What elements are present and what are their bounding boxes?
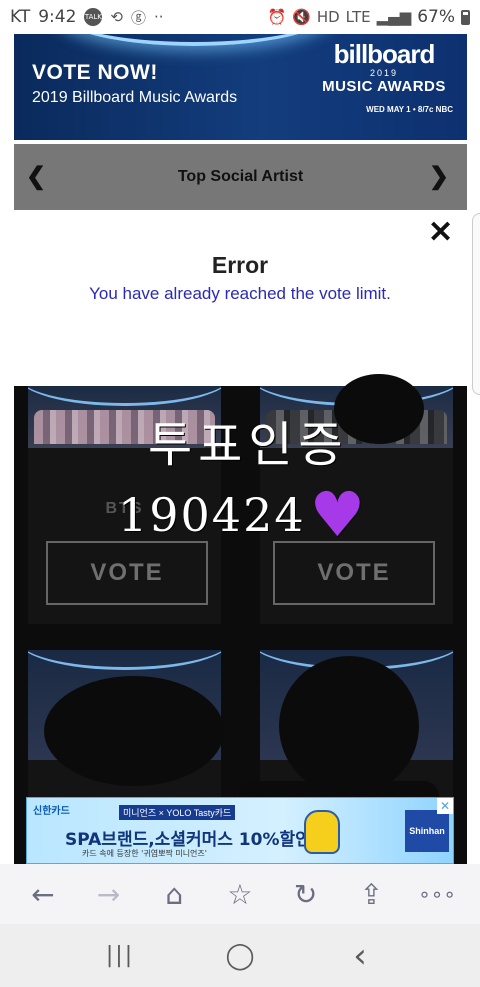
- handwritten-date-row: 190424 ♥: [118, 478, 368, 551]
- ad-tag: 미니언즈 × YOLO Tasty카드: [119, 805, 236, 820]
- error-message: You have already reached the vote limit.: [89, 284, 391, 303]
- ad-fineprint: 카드 속에 등장한 '귀염뽀짝 미니언즈': [82, 849, 207, 858]
- signal-icon: ▂▄▆: [376, 8, 412, 26]
- logo-line: MUSIC AWARDS: [322, 78, 446, 95]
- network-type: LTE: [345, 8, 371, 26]
- billboard-banner[interactable]: VOTE NOW! 2019 Billboard Music Awards bi…: [14, 34, 467, 140]
- edge-panel-handle[interactable]: [472, 213, 480, 395]
- alarm-icon: ⏰: [267, 8, 287, 26]
- ad-headline: SPA브랜드,소셜커머스 10%할인: [65, 830, 311, 850]
- nav-back-icon[interactable]: ‹: [330, 931, 390, 981]
- purple-heart-icon: ♥: [309, 478, 368, 551]
- forward-arrow-icon[interactable]: →: [81, 866, 137, 922]
- banner-subtitle: 2019 Billboard Music Awards: [32, 89, 238, 106]
- billboard-logo: billboard 2019 MUSIC AWARDS WED MAY 1 • …: [315, 40, 453, 114]
- handwritten-date: 190424: [118, 488, 306, 542]
- bookmark-star-icon[interactable]: ☆: [212, 866, 268, 922]
- vote-button[interactable]: VOTE: [46, 541, 208, 605]
- scribble-mark: [44, 676, 224, 786]
- mute-icon: 🔇: [292, 8, 311, 26]
- home-icon[interactable]: ⌂: [146, 866, 202, 922]
- battery-icon: [461, 9, 470, 25]
- photo-arc: [28, 650, 221, 670]
- logo-word: billboard: [333, 39, 436, 69]
- home-button-icon[interactable]: ◯: [210, 931, 270, 981]
- minion-mascot-icon: [304, 810, 340, 854]
- handwritten-caption: 투표인증: [148, 417, 349, 473]
- airdate-label: WED MAY 1 • 8/7c NBC: [366, 105, 453, 114]
- sync-icon: ⟲: [110, 8, 123, 26]
- status-bar: KT 9:42 TALK ⟲ ⓖ ·· ⏰ 🔇 HD LTE ▂▄▆ 67%: [0, 0, 480, 34]
- clock: 9:42: [38, 7, 77, 27]
- banner-arc-decoration: [54, 34, 334, 46]
- system-nav-bar: ||| ◯ ‹: [0, 924, 480, 987]
- back-arrow-icon[interactable]: ←: [15, 866, 71, 922]
- kakaotalk-icon: TALK: [84, 8, 103, 26]
- chevron-right-icon[interactable]: ❯: [429, 162, 449, 191]
- recents-icon[interactable]: |||: [90, 931, 150, 981]
- error-title: Error: [211, 252, 269, 278]
- carrier-label: KT: [10, 7, 31, 27]
- category-title: Top Social Artist: [177, 168, 304, 185]
- chevron-left-icon[interactable]: ❮: [26, 162, 46, 191]
- ad-brand: 신한카드: [33, 806, 70, 817]
- hd-voice-icon: HD: [316, 8, 340, 26]
- scribble-mark: [279, 656, 419, 796]
- logo-year: 2019: [369, 68, 399, 78]
- more-notifications-icon: ··: [154, 8, 164, 26]
- ad-badge: Shinhan: [405, 810, 449, 852]
- more-options-icon[interactable]: ∘∘∘: [409, 866, 465, 922]
- ad-banner[interactable]: 신한카드 미니언즈 × YOLO Tasty카드 SPA브랜드,소셜커머스 10…: [26, 797, 454, 864]
- banner-headline: VOTE NOW!: [32, 61, 158, 84]
- photo-arc: [28, 386, 221, 406]
- close-icon[interactable]: ✕: [428, 215, 453, 250]
- browser-toolbar: ← → ⌂ ☆ ↻ ⇪ ∘∘∘: [0, 864, 480, 924]
- app-notification-icon: ⓖ: [130, 8, 146, 27]
- refresh-icon[interactable]: ↻: [278, 866, 334, 922]
- battery-percent: 67%: [417, 7, 455, 27]
- share-icon[interactable]: ⇪: [343, 866, 399, 922]
- category-bar: ❮ Top Social Artist ❯: [14, 144, 467, 210]
- ad-close-icon[interactable]: ✕: [437, 798, 453, 814]
